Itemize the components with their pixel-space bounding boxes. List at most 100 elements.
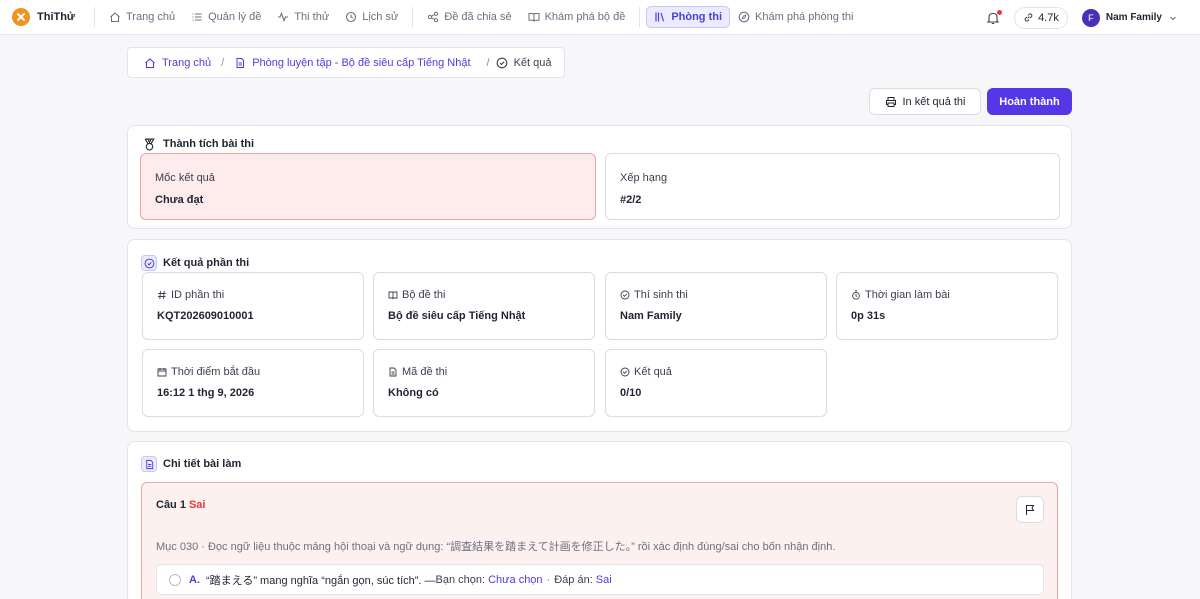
nav-item-label: Đề đã chia sẻ xyxy=(444,11,512,23)
user-menu[interactable]: F Nam Family xyxy=(1081,8,1178,27)
nav-item-label: Thi thử xyxy=(294,11,330,23)
check-circle-icon xyxy=(496,57,507,68)
start-time-value: 16:12 1 thg 9, 2026 xyxy=(157,387,255,399)
print-results-label: In kết quả thi xyxy=(902,95,966,108)
top-right-controls: 4.7k F Nam Family xyxy=(986,0,1200,35)
divider xyxy=(94,7,95,27)
exam-id-label-text: ID phần thi xyxy=(171,289,225,301)
file-icon xyxy=(389,367,397,377)
score-value: 0/10 xyxy=(620,387,642,399)
milestone-value: Chưa đạt xyxy=(155,194,204,206)
breadcrumb: Trang chủ / Phòng luyện tập - Bộ đề siêu… xyxy=(127,47,565,78)
nav-item-label: Phòng thi xyxy=(671,11,723,23)
divider xyxy=(639,7,641,27)
breadcrumb-room[interactable]: Phòng luyện tập - Bộ đề siêu cấp Tiếng N… xyxy=(234,57,471,69)
nav-item-home[interactable]: Trang chủ xyxy=(101,6,183,28)
detail-title-label: Chi tiết bài làm xyxy=(163,458,242,470)
avatar: F xyxy=(1081,8,1100,27)
list-icon xyxy=(192,13,202,21)
breadcrumb-current-label: Kết quả xyxy=(513,56,552,69)
main-nav: Trang chủ Quản lý đề Thi thử Lịch sử Đề … xyxy=(101,0,862,35)
flag-question-button[interactable] xyxy=(1016,496,1044,523)
answer-detail-panel: Chi tiết bài làm Câu 1 Sai Mục 030 · Đọc … xyxy=(127,441,1072,599)
exam-id-label: ID phần thi xyxy=(157,289,224,301)
exam-id-value: KQT202609010001 xyxy=(157,310,254,322)
milestone-label: Mốc kết quả xyxy=(155,172,215,184)
nav-item-label: Khám phá bộ đề xyxy=(544,11,626,23)
chosen-value: Chưa chọn xyxy=(488,573,543,586)
brand[interactable]: ThiThử xyxy=(12,8,88,26)
breadcrumb-separator: / xyxy=(221,56,225,69)
notifications-button[interactable] xyxy=(986,9,1003,26)
answer-option[interactable]: A. “踏まえる” mang nghĩa “ngắn gọn, súc tích… xyxy=(156,564,1044,595)
breadcrumb-current: Kết quả xyxy=(496,57,552,69)
result-title: Kết quả phần thi xyxy=(141,255,249,271)
start-time-label-text: Thời điểm bắt đầu xyxy=(171,366,261,378)
rank-card: Xếp hạng #2/2 xyxy=(605,153,1060,220)
home-icon xyxy=(110,12,120,23)
nav-item-label: Lịch sử xyxy=(362,11,399,23)
print-results-button[interactable]: In kết quả thi xyxy=(869,88,981,115)
check-circle-icon xyxy=(620,290,630,300)
timer-icon xyxy=(852,290,860,300)
exam-set-label: Bộ đề thi xyxy=(388,289,445,301)
nav-item-shared-exams[interactable]: Đề đã chia sẻ xyxy=(419,6,519,28)
file-icon xyxy=(236,57,245,68)
score-label: Kết quả xyxy=(620,366,672,378)
score-label-text: Kết quả xyxy=(634,366,672,378)
option-separator: · xyxy=(546,573,551,586)
compass-icon xyxy=(738,11,750,23)
exam-set-value: Bộ đề siêu cấp Tiếng Nhật xyxy=(388,310,526,322)
question-text: Mục 030 · Đọc ngữ liệu thuộc mảng hội th… xyxy=(156,541,836,553)
question-header: Câu 1 Sai xyxy=(156,499,205,511)
duration-card: Thời gian làm bài 0p 31s xyxy=(836,272,1058,340)
breadcrumb-home-label: Trang chủ xyxy=(162,56,212,69)
nav-item-explore-rooms[interactable]: Khám phá phòng thi xyxy=(730,6,861,28)
achievement-panel: Thành tích bài thi Mốc kết quả Chưa đạt … xyxy=(127,125,1072,229)
check-circle-icon xyxy=(141,255,157,271)
milestone-card: Mốc kết quả Chưa đạt xyxy=(140,153,596,220)
check-circle-icon xyxy=(620,367,630,377)
radio-button[interactable] xyxy=(169,573,181,586)
flag-icon xyxy=(1026,504,1035,515)
user-name: Nam Family xyxy=(1105,12,1162,23)
link-icon xyxy=(1024,13,1033,22)
nav-item-manage-exams[interactable]: Quản lý đề xyxy=(183,6,269,28)
nav-item-exam-room[interactable]: Phòng thi xyxy=(646,6,731,28)
history-icon xyxy=(346,11,357,23)
answer-label: Đáp án: xyxy=(554,573,593,586)
stat-counter[interactable]: 4.7k xyxy=(1014,6,1068,29)
breadcrumb-home[interactable]: Trang chủ xyxy=(144,57,211,69)
result-title-label: Kết quả phần thi xyxy=(163,257,250,269)
stat-value: 4.7k xyxy=(1038,11,1059,24)
document-icon xyxy=(141,456,157,472)
calendar-clock-icon xyxy=(157,368,167,377)
achievement-title-label: Thành tích bài thi xyxy=(163,138,255,150)
library-icon xyxy=(655,12,665,22)
nav-item-label: Quản lý đề xyxy=(208,11,262,23)
finish-button[interactable]: Hoàn thành xyxy=(987,88,1072,115)
exam-id-card: ID phần thi KQT202609010001 xyxy=(142,272,364,340)
home-icon xyxy=(145,57,155,68)
question-number: Câu 1 xyxy=(156,499,186,511)
achievement-title: Thành tích bài thi xyxy=(141,136,254,152)
breadcrumb-separator: / xyxy=(486,56,490,69)
answer-value: Sai xyxy=(595,573,612,586)
chevron-down-icon xyxy=(1170,16,1176,20)
chosen-label: Bạn chọn: xyxy=(435,573,486,586)
option-letter: A. xyxy=(189,573,200,586)
nav-item-history[interactable]: Lịch sử xyxy=(337,6,406,28)
start-time-card: Thời điểm bắt đầu 16:12 1 thg 9, 2026 xyxy=(142,349,364,417)
exam-code-label: Mã đề thi xyxy=(388,366,447,378)
medal-icon xyxy=(141,136,157,152)
exam-set-label-text: Bộ đề thi xyxy=(402,289,446,301)
duration-value: 0p 31s xyxy=(851,310,886,322)
option-text: “踏まえる” mang nghĩa “ngắn gọn, súc tích”. … xyxy=(206,574,436,587)
start-time-label: Thời điểm bắt đầu xyxy=(157,366,260,378)
question-card: Câu 1 Sai Mục 030 · Đọc ngữ liệu thuộc mả… xyxy=(141,482,1058,599)
nav-item-practice[interactable]: Thi thử xyxy=(269,6,337,28)
exam-set-card: Bộ đề thi Bộ đề siêu cấp Tiếng Nhật xyxy=(373,272,595,340)
exam-code-label-text: Mã đề thi xyxy=(402,366,448,378)
exam-code-card: Mã đề thi Không có xyxy=(373,349,595,417)
nav-item-explore-exams[interactable]: Khám phá bộ đề xyxy=(520,6,634,28)
